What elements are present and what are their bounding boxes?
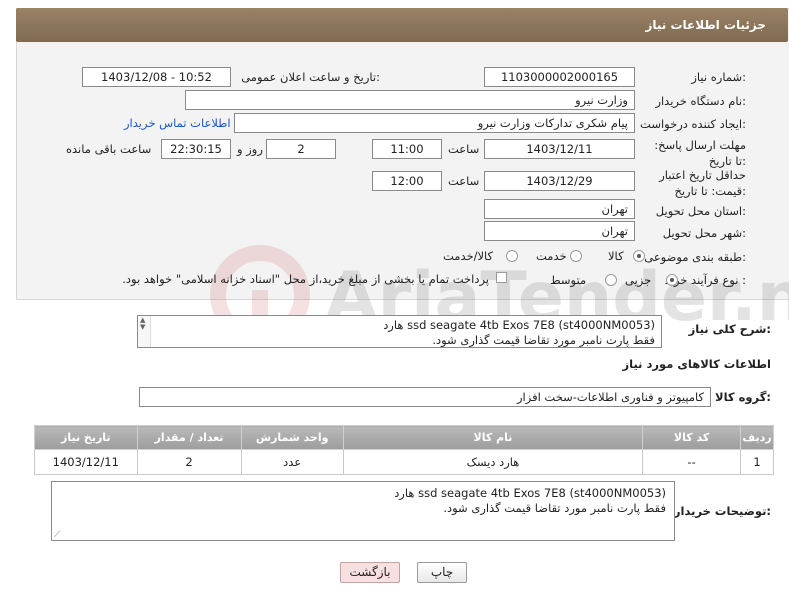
goods-table: ردیف کد کالا نام کالا واحد شمارش تعداد /… bbox=[34, 425, 774, 475]
summary-line-2: فقط پارت نامبر مورد تقاضا قیمت گذاری شود… bbox=[432, 333, 655, 347]
buyer-label: نام دستگاه خریدار: bbox=[655, 94, 746, 108]
cell-name: هارد دیسک bbox=[342, 449, 644, 475]
requester-label: ایجاد کننده درخواست: bbox=[640, 117, 746, 131]
remaining-time-label: ساعت باقی مانده bbox=[66, 142, 152, 156]
days-label: روز و bbox=[237, 142, 263, 156]
days-remaining-field[interactable]: 2 bbox=[266, 139, 336, 159]
col-unit: واحد شمارش bbox=[240, 425, 344, 450]
treasury-payment-checkbox[interactable] bbox=[496, 272, 507, 283]
validity-label: حداقل تاریخ اعتبار قیمت: تا تاریخ: bbox=[659, 168, 746, 198]
summary-line-1: هارد ssd seagate 4tb Exos 7E8 (st4000NM0… bbox=[383, 318, 655, 332]
requester-field[interactable]: پیام شکری تدارکات وزارت نیرو bbox=[234, 113, 635, 133]
buyer-notes-label: توضیحات خریدار: bbox=[673, 504, 771, 518]
validity-time-field[interactable]: 12:00 bbox=[372, 171, 442, 191]
buyer-notes-line-2: فقط پارت نامبر مورد تقاضا قیمت گذاری شود… bbox=[443, 501, 666, 515]
deadline-time-label: ساعت bbox=[448, 142, 480, 156]
cell-row: 1 bbox=[740, 449, 774, 475]
goods-section-title: اطلاعات کالاهای مورد نیاز bbox=[622, 357, 771, 371]
page-title: جزئیات اطلاعات نیاز bbox=[645, 18, 766, 32]
validity-date-field[interactable]: 1403/12/29 bbox=[484, 171, 635, 191]
remaining-time-field[interactable]: 22:30:15 bbox=[161, 139, 231, 159]
city-label: شهر محل تحویل: bbox=[662, 226, 746, 240]
panel-header: جزئیات اطلاعات نیاز bbox=[16, 8, 788, 42]
announce-label: تاریخ و ساعت اعلان عمومی: bbox=[241, 70, 380, 84]
category-option-goods: کالا bbox=[608, 249, 624, 263]
table-row[interactable]: 1 -- هارد دیسک عدد 2 1403/12/11 bbox=[34, 449, 774, 475]
col-name: نام کالا bbox=[342, 425, 644, 450]
col-need-date: تاریخ نیاز bbox=[34, 425, 138, 450]
cell-code: -- bbox=[642, 449, 742, 475]
summary-scrollbar[interactable]: ▲ ▼ bbox=[138, 316, 151, 347]
category-option-goods-service: کالا/خدمت bbox=[443, 249, 494, 263]
col-row: ردیف bbox=[740, 425, 774, 450]
need-number-field[interactable]: 1103000002000165 bbox=[484, 67, 635, 87]
scroll-down-icon[interactable]: ▼ bbox=[140, 323, 145, 331]
category-radio-goods-service[interactable] bbox=[506, 250, 518, 262]
province-field[interactable]: تهران bbox=[484, 199, 635, 219]
deadline-time-field[interactable]: 11:00 bbox=[372, 139, 442, 159]
print-button[interactable]: چاپ bbox=[417, 562, 467, 583]
treasury-payment-text: پرداخت تمام یا بخشی از مبلغ خرید،از محل … bbox=[122, 272, 489, 286]
province-label: استان محل تحویل: bbox=[655, 204, 746, 218]
need-number-label: شماره نیاز: bbox=[691, 70, 746, 84]
buyer-contact-link[interactable]: اطلاعات تماس خریدار bbox=[124, 116, 231, 130]
process-option-medium: متوسط bbox=[550, 273, 587, 287]
buyer-notes-line-1: هارد ssd seagate 4tb Exos 7E8 (st4000NM0… bbox=[394, 486, 666, 500]
col-quantity: تعداد / مقدار bbox=[136, 425, 242, 450]
announce-date-field[interactable]: 1403/12/08 - 10:52 bbox=[82, 67, 231, 87]
cell-need-date: 1403/12/11 bbox=[34, 449, 138, 475]
city-field[interactable]: تهران bbox=[484, 221, 635, 241]
buyer-notes-box[interactable]: هارد ssd seagate 4tb Exos 7E8 (st4000NM0… bbox=[51, 481, 675, 541]
goods-table-header: ردیف کد کالا نام کالا واحد شمارش تعداد /… bbox=[34, 425, 774, 450]
back-button[interactable]: بازگشت bbox=[340, 562, 400, 583]
resize-handle-icon[interactable]: ⟋ bbox=[54, 530, 60, 540]
category-label: طبقه بندی موضوعی: bbox=[644, 250, 746, 264]
cell-quantity: 2 bbox=[136, 449, 242, 475]
category-radio-service[interactable] bbox=[570, 250, 582, 262]
goods-group-label: گروه کالا: bbox=[715, 390, 771, 404]
validity-time-label: ساعت bbox=[448, 174, 480, 188]
summary-label: شرح کلی نیاز: bbox=[688, 322, 771, 336]
cell-unit: عدد bbox=[240, 449, 344, 475]
process-radio-medium[interactable] bbox=[605, 274, 617, 286]
col-code: کد کالا bbox=[642, 425, 742, 450]
buyer-field[interactable]: وزارت نیرو bbox=[185, 90, 635, 110]
goods-group-field[interactable]: کامپیوتر و فناوری اطلاعات-سخت افزار bbox=[139, 387, 711, 407]
deadline-date-field[interactable]: 1403/12/11 bbox=[484, 139, 635, 159]
category-option-service: خدمت bbox=[536, 249, 567, 263]
summary-textarea[interactable]: ▲ ▼ هارد ssd seagate 4tb Exos 7E8 (st400… bbox=[137, 315, 662, 348]
category-radio-goods[interactable] bbox=[633, 250, 645, 262]
deadline-label: مهلت ارسال پاسخ: تا تاریخ: bbox=[654, 138, 746, 168]
process-radio-minor[interactable] bbox=[666, 274, 678, 286]
process-option-minor: جزیی bbox=[625, 273, 652, 287]
